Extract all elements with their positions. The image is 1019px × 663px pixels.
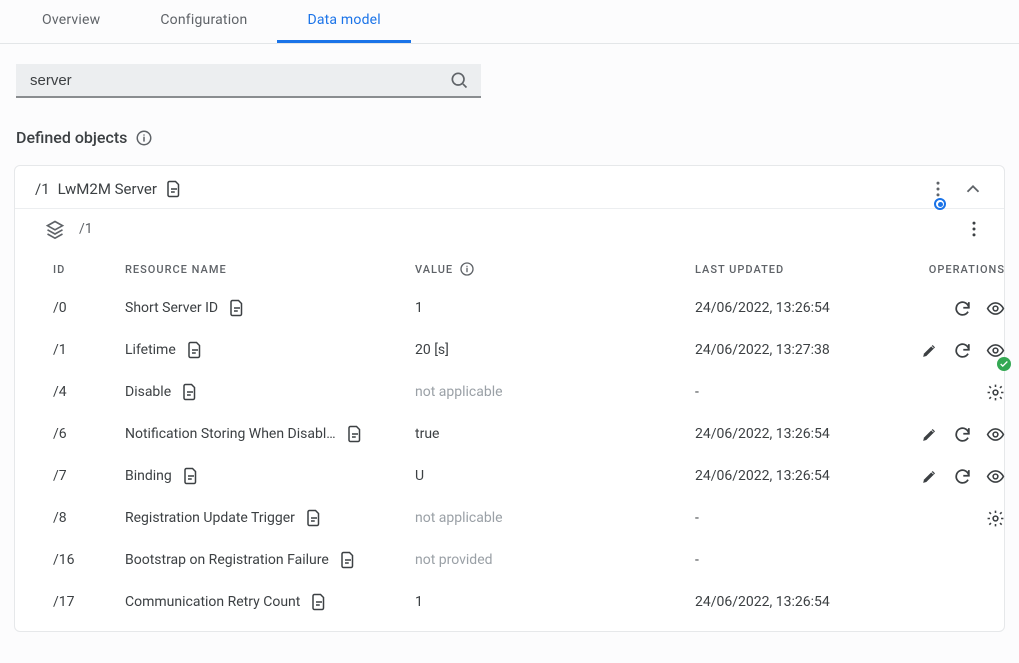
document-icon[interactable]: [186, 341, 204, 359]
col-resource: RESOURCE NAME: [125, 263, 415, 276]
col-ops: OPERATIONS: [885, 263, 1005, 276]
document-icon[interactable]: [182, 467, 200, 485]
resource-updated: 24/06/2022, 13:26:54: [695, 468, 885, 484]
success-badge-icon: [997, 357, 1011, 371]
search-icon: [449, 70, 469, 90]
operations: [885, 341, 1005, 360]
table-row: /17Communication Retry Count 124/06/2022,…: [33, 581, 986, 623]
table-row: /6Notification Storing When Disabl… true2…: [33, 413, 986, 455]
resource-updated: 24/06/2022, 13:27:38: [695, 342, 885, 358]
tab-configuration[interactable]: Configuration: [130, 0, 277, 43]
object-path: /1: [35, 180, 50, 198]
object-card: /1 LwM2M Server /1 ID RESOURCE NAME VALU…: [14, 165, 1005, 632]
resource-id: /4: [53, 384, 125, 400]
resource-name: Binding: [125, 468, 172, 484]
resource-name: Short Server ID: [125, 300, 218, 316]
document-icon[interactable]: [310, 593, 328, 611]
status-indicator-icon: [934, 198, 946, 210]
resource-updated: -: [695, 552, 885, 568]
col-id: ID: [53, 263, 125, 276]
section-title: Defined objects: [16, 128, 127, 147]
operations: [885, 467, 1005, 486]
resource-name: Communication Retry Count: [125, 594, 300, 610]
refresh-icon[interactable]: [953, 467, 972, 486]
edit-icon[interactable]: [920, 467, 939, 486]
resource-id: /17: [53, 594, 125, 610]
resource-name: Registration Update Trigger: [125, 510, 295, 526]
document-icon[interactable]: [305, 509, 323, 527]
resource-value: 1: [415, 594, 695, 610]
gear-icon[interactable]: [986, 383, 1005, 402]
gear-icon[interactable]: [986, 509, 1005, 528]
resource-updated: 24/06/2022, 13:26:54: [695, 594, 885, 610]
table-row: /1Lifetime 20 [s]24/06/2022, 13:27:38: [33, 329, 986, 371]
tab-overview[interactable]: Overview: [12, 0, 130, 43]
table-row: /8Registration Update Trigger not applica…: [33, 497, 986, 539]
resource-name: Disable: [125, 384, 171, 400]
resource-id: /16: [53, 552, 125, 568]
operations: [885, 425, 1005, 444]
operations: [885, 383, 1005, 402]
resource-updated: -: [695, 510, 885, 526]
table-row: /4Disable not applicable-: [33, 371, 986, 413]
chevron-up-icon[interactable]: [962, 178, 984, 200]
resource-value: not applicable: [415, 510, 695, 526]
resource-id: /1: [53, 342, 125, 358]
layers-icon: [45, 219, 65, 239]
operations: [885, 509, 1005, 528]
resource-value: 1: [415, 300, 695, 316]
resource-id: /0: [53, 300, 125, 316]
observe-icon[interactable]: [986, 467, 1005, 486]
col-updated: LAST UPDATED: [695, 263, 885, 276]
more-icon[interactable]: [964, 219, 984, 239]
table-row: /0Short Server ID 124/06/2022, 13:26:54: [33, 287, 986, 329]
resource-id: /8: [53, 510, 125, 526]
edit-icon[interactable]: [920, 425, 939, 444]
edit-icon[interactable]: [920, 341, 939, 360]
resource-value: not provided: [415, 552, 695, 568]
observe-icon[interactable]: [986, 425, 1005, 444]
operations: [885, 299, 1005, 318]
more-icon[interactable]: [928, 179, 948, 199]
resource-updated: -: [695, 384, 885, 400]
document-icon[interactable]: [339, 551, 357, 569]
table-header: ID RESOURCE NAME VALUE LAST UPDATED OPER…: [33, 251, 986, 287]
search-input[interactable]: [28, 71, 449, 90]
instance-path: /1: [79, 221, 93, 237]
col-value: VALUE: [415, 263, 453, 276]
info-icon[interactable]: [135, 129, 153, 147]
document-icon[interactable]: [165, 180, 183, 198]
tab-data-model[interactable]: Data model: [277, 0, 410, 43]
resource-value: U: [415, 468, 695, 484]
resource-value: 20 [s]: [415, 342, 695, 358]
search-field[interactable]: [16, 64, 481, 98]
refresh-icon[interactable]: [953, 299, 972, 318]
table-row: /7Binding U24/06/2022, 13:26:54: [33, 455, 986, 497]
resource-name: Bootstrap on Registration Failure: [125, 552, 329, 568]
refresh-icon[interactable]: [953, 341, 972, 360]
resource-value: not applicable: [415, 384, 695, 400]
info-icon[interactable]: [459, 261, 475, 277]
tabs: OverviewConfigurationData model: [0, 0, 1019, 44]
resource-updated: 24/06/2022, 13:26:54: [695, 426, 885, 442]
resource-updated: 24/06/2022, 13:26:54: [695, 300, 885, 316]
document-icon[interactable]: [346, 425, 364, 443]
resource-value: true: [415, 426, 695, 442]
resource-name: Lifetime: [125, 342, 176, 358]
document-icon[interactable]: [228, 299, 246, 317]
document-icon[interactable]: [181, 383, 199, 401]
resource-name: Notification Storing When Disabl…: [125, 426, 336, 442]
object-name: LwM2M Server: [58, 180, 157, 198]
refresh-icon[interactable]: [953, 425, 972, 444]
resource-id: /6: [53, 426, 125, 442]
resource-id: /7: [53, 468, 125, 484]
observe-icon[interactable]: [986, 299, 1005, 318]
table-row: /16Bootstrap on Registration Failure not …: [33, 539, 986, 581]
